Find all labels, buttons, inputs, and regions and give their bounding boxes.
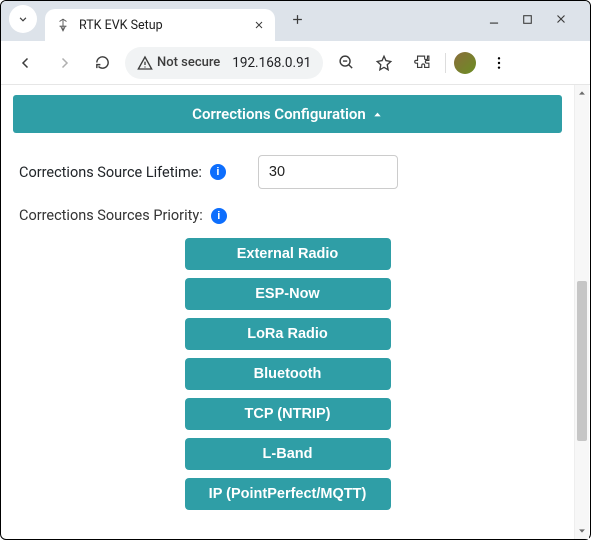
security-status: Not secure [137, 55, 220, 71]
priority-list: External Radio ESP-Now LoRa Radio Blueto… [13, 238, 562, 510]
minimize-button[interactable] [487, 12, 501, 26]
arrow-left-icon [17, 54, 35, 72]
puzzle-icon [414, 54, 431, 71]
caret-up-icon [372, 109, 383, 120]
star-icon [375, 54, 393, 72]
browser-window: RTK EVK Setup Not secure [0, 0, 591, 540]
priority-field: Corrections Sources Priority: i [13, 207, 562, 224]
profile-avatar[interactable] [454, 52, 476, 74]
new-tab-button[interactable] [283, 5, 311, 33]
priority-item[interactable]: TCP (NTRIP) [185, 398, 391, 430]
triangle-up-icon [577, 88, 587, 98]
priority-item[interactable]: IP (PointPerfect/MQTT) [185, 478, 391, 510]
priority-label: Corrections Sources Priority: [19, 207, 203, 224]
security-text: Not secure [157, 55, 220, 70]
reload-button[interactable] [87, 48, 117, 78]
search-tabs-button[interactable] [9, 5, 37, 33]
tab-close-button[interactable] [253, 19, 265, 31]
extensions-button[interactable] [407, 48, 437, 78]
lifetime-field: Corrections Source Lifetime: i [13, 155, 562, 189]
plus-icon [290, 12, 305, 27]
warning-icon [137, 55, 153, 71]
scrollbar-track[interactable] [575, 101, 590, 523]
maximize-button[interactable] [521, 12, 534, 26]
zoom-button[interactable] [331, 48, 361, 78]
close-icon [554, 12, 568, 26]
separator [445, 53, 446, 73]
close-icon [253, 19, 265, 31]
favicon-icon [55, 17, 71, 33]
section-title: Corrections Configuration [192, 105, 366, 123]
viewport: Corrections Configuration Corrections So… [1, 85, 590, 539]
priority-item[interactable]: L-Band [185, 438, 391, 470]
priority-item[interactable]: LoRa Radio [185, 318, 391, 350]
section-header[interactable]: Corrections Configuration [13, 95, 562, 133]
info-icon[interactable]: i [210, 164, 226, 180]
scrollbar-thumb[interactable] [577, 281, 587, 441]
menu-button[interactable] [484, 48, 514, 78]
page-content: Corrections Configuration Corrections So… [1, 85, 574, 539]
arrow-right-icon [55, 54, 73, 72]
lifetime-input[interactable] [258, 155, 398, 189]
address-bar[interactable]: Not secure 192.168.0.91 [125, 47, 323, 79]
lifetime-label: Corrections Source Lifetime: [19, 164, 202, 181]
window-controls [487, 12, 582, 26]
triangle-down-icon [577, 526, 587, 536]
scroll-up-button[interactable] [575, 85, 590, 101]
zoom-out-icon [338, 54, 355, 71]
priority-item[interactable]: External Radio [185, 238, 391, 270]
close-window-button[interactable] [554, 12, 568, 26]
scroll-down-button[interactable] [575, 523, 590, 539]
toolbar: Not secure 192.168.0.91 [1, 41, 590, 85]
tab-strip: RTK EVK Setup [1, 1, 590, 41]
back-button[interactable] [11, 48, 41, 78]
info-icon[interactable]: i [211, 208, 227, 224]
forward-button[interactable] [49, 48, 79, 78]
url-text: 192.168.0.91 [232, 55, 311, 71]
chevron-down-icon [16, 12, 30, 26]
priority-item[interactable]: ESP-Now [185, 278, 391, 310]
maximize-icon [521, 13, 534, 26]
browser-tab[interactable]: RTK EVK Setup [45, 9, 275, 41]
vertical-scrollbar[interactable] [574, 85, 589, 539]
tab-title: RTK EVK Setup [79, 18, 163, 33]
minimize-icon [487, 12, 501, 26]
priority-item[interactable]: Bluetooth [185, 358, 391, 390]
reload-icon [94, 54, 111, 71]
bookmark-button[interactable] [369, 48, 399, 78]
kebab-icon [491, 55, 507, 71]
